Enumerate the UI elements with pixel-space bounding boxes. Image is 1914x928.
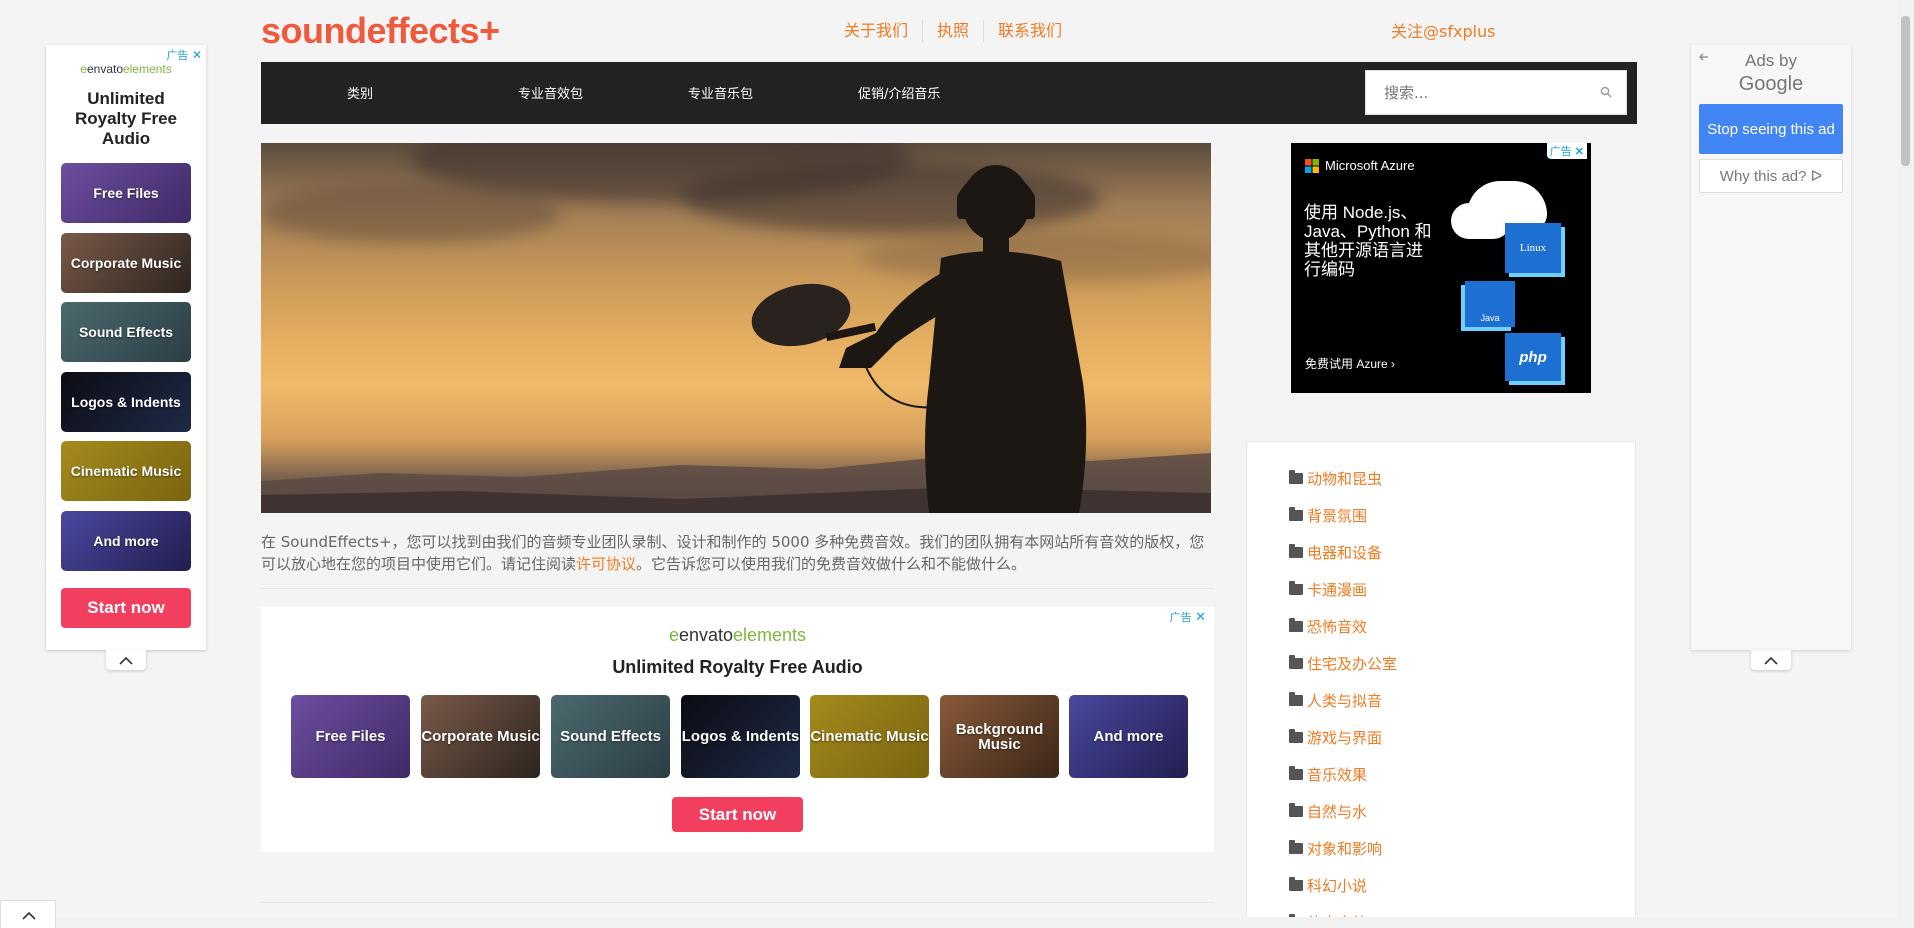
ad-tile-and-more[interactable]: And more — [1069, 695, 1188, 778]
left-sticky-ad[interactable]: 广告 ✕ eenvatoelements Unlimited Royalty F… — [46, 45, 206, 650]
ad-tile-sound-effects[interactable]: Sound Effects — [61, 302, 191, 362]
ad-tile-free-files[interactable]: Free Files — [291, 695, 410, 778]
folder-icon — [1289, 803, 1303, 817]
search-icon[interactable] — [1600, 86, 1612, 98]
intro-text: 在 SoundEffects+，您可以找到由我们的音频专业团队录制、设计和制作的… — [261, 531, 1211, 575]
collapse-bottom-ad-button[interactable] — [0, 900, 56, 928]
java-tile: Java — [1465, 281, 1515, 327]
folder-icon — [1289, 470, 1303, 484]
category-item[interactable]: 自然与水 — [1289, 801, 1367, 822]
adchoice-label[interactable]: 广告 ✕ — [1170, 609, 1206, 625]
ad-tile-cinematic-music[interactable]: Cinematic Music — [61, 441, 191, 501]
right-sticky-ad: Ads by Google Stop seeing this ad Why th… — [1691, 45, 1851, 650]
vertical-scrollbar[interactable] — [1897, 0, 1914, 928]
chevron-up-icon — [1764, 656, 1778, 665]
start-now-button[interactable]: Start now — [672, 797, 803, 832]
ad-tile-corporate-music[interactable]: Corporate Music — [61, 233, 191, 293]
license-link[interactable]: 许可协议 — [576, 555, 636, 573]
ad-tile-logos-indents[interactable]: Logos & Indents — [681, 695, 800, 778]
horizontal-scrollbar[interactable] — [0, 917, 1897, 928]
azure-headline: 使用 Node.js、Java、Python 和其他开源语言进行编码 — [1304, 203, 1432, 279]
ad-close-icon[interactable]: ✕ — [1195, 610, 1206, 625]
divider — [261, 902, 1213, 903]
follow-link[interactable]: 关注@sfxplus — [1391, 18, 1496, 42]
nav-item-pro-sfx-packs[interactable]: 专业音效包 — [518, 62, 583, 124]
nav-item-pro-music-packs[interactable]: 专业音乐包 — [688, 62, 753, 124]
envato-logo: eenvatoelements — [668, 625, 807, 645]
collapse-left-ad-button[interactable] — [106, 650, 146, 670]
azure-cta[interactable]: 免费试用 Azure › — [1305, 355, 1395, 372]
ad-headline: Unlimited Royalty Free Audio — [74, 89, 178, 148]
top-links: 关于我们 执照 联系我们 — [830, 20, 1076, 42]
category-item[interactable]: 对象和影响 — [1289, 838, 1382, 859]
link-contact[interactable]: 联系我们 — [984, 20, 1076, 42]
adchoice-label[interactable]: 广告 ✕ — [166, 47, 202, 63]
folder-icon — [1289, 544, 1303, 558]
category-item[interactable]: 背景氛围 — [1289, 505, 1367, 526]
category-item[interactable]: 住宅及办公室 — [1289, 653, 1397, 674]
scrollbar-thumb[interactable] — [1901, 16, 1910, 166]
ad-tile-background-music[interactable]: Background Music — [940, 695, 1059, 778]
nav-item-categories[interactable]: 类别 — [347, 62, 373, 124]
folder-icon — [1289, 581, 1303, 595]
collapse-right-ad-button[interactable] — [1751, 650, 1791, 670]
azure-ad[interactable]: 广告 ✕ Microsoft Azure 使用 Node.js、Java、Pyt… — [1291, 143, 1591, 393]
folder-icon — [1289, 840, 1303, 854]
why-this-ad-button[interactable]: Why this ad? ᐅ — [1699, 159, 1843, 193]
category-item[interactable]: 音乐效果 — [1289, 764, 1367, 785]
silhouette-graphic — [261, 165, 1211, 513]
search-box — [1365, 70, 1627, 115]
category-item[interactable]: 卡通漫画 — [1289, 579, 1367, 600]
ad-tile-logos-indents[interactable]: Logos & Indents — [61, 372, 191, 432]
microsoft-logo-icon — [1305, 158, 1319, 173]
google-logo: Google — [1738, 73, 1804, 95]
category-item[interactable]: 科幻小说 — [1289, 875, 1367, 896]
ad-close-icon[interactable]: ✕ — [1575, 146, 1584, 158]
category-item[interactable]: 电器和设备 — [1289, 542, 1382, 563]
main-nav: 类别 专业音效包 专业音乐包 促销/介绍音乐 — [261, 62, 1637, 124]
folder-icon — [1289, 618, 1303, 632]
folder-icon — [1289, 766, 1303, 780]
category-item[interactable]: 人类与拟音 — [1289, 690, 1382, 711]
envato-banner-ad[interactable]: 广告 ✕ eenvatoelements Unlimited Royalty F… — [261, 607, 1214, 852]
ad-tile-cinematic-music[interactable]: Cinematic Music — [810, 695, 929, 778]
ad-tile-and-more[interactable]: And more — [61, 511, 191, 571]
site-logo[interactable]: soundeffects+ — [261, 10, 500, 52]
folder-icon — [1289, 692, 1303, 706]
ad-close-icon[interactable]: ✕ — [192, 48, 202, 62]
category-item[interactable]: 恐怖音效 — [1289, 616, 1367, 637]
intro-text-part2: 。它告诉您可以使用我们的免费音效做什么和不能做什么。 — [636, 555, 1027, 573]
adchoice-label[interactable]: 广告 ✕ — [1546, 143, 1587, 159]
folder-icon — [1289, 655, 1303, 669]
folder-icon — [1289, 877, 1303, 891]
envato-logo: eenvatoelements — [80, 62, 172, 76]
nav-item-promo-music[interactable]: 促销/介绍音乐 — [858, 62, 940, 124]
search-input[interactable] — [1366, 71, 1586, 114]
folder-icon — [1289, 507, 1303, 521]
divider — [261, 588, 1213, 589]
folder-icon — [1289, 729, 1303, 743]
cloud-icon-part — [1451, 203, 1511, 239]
chevron-up-icon — [119, 656, 133, 665]
category-item[interactable]: 游戏与界面 — [1289, 727, 1382, 748]
category-sidebar: 动物和昆虫 背景氛围 电器和设备 卡通漫画 恐怖音效 住宅及办公室 人类与拟音 … — [1246, 441, 1636, 928]
php-tile: php — [1505, 333, 1561, 381]
start-now-button[interactable]: Start now — [61, 588, 191, 628]
hero-image — [261, 143, 1211, 513]
stop-seeing-ad-button[interactable]: Stop seeing this ad — [1699, 104, 1843, 154]
ad-tile-corporate-music[interactable]: Corporate Music — [421, 695, 540, 778]
category-item[interactable]: 动物和昆虫 — [1289, 468, 1382, 489]
linux-tile: Linux — [1505, 223, 1561, 273]
chevron-up-icon — [22, 911, 36, 920]
ad-tile-sound-effects[interactable]: Sound Effects — [551, 695, 670, 778]
link-license[interactable]: 执照 — [923, 20, 985, 42]
ad-tile-free-files[interactable]: Free Files — [61, 163, 191, 223]
ad-headline: Unlimited Royalty Free Audio — [612, 657, 863, 677]
microsoft-azure-logo: Microsoft Azure — [1305, 158, 1415, 173]
link-about[interactable]: 关于我们 — [830, 20, 924, 42]
ads-by-label: Ads by — [1745, 51, 1797, 70]
adchoice-play-icon: ᐅ — [1810, 168, 1823, 185]
